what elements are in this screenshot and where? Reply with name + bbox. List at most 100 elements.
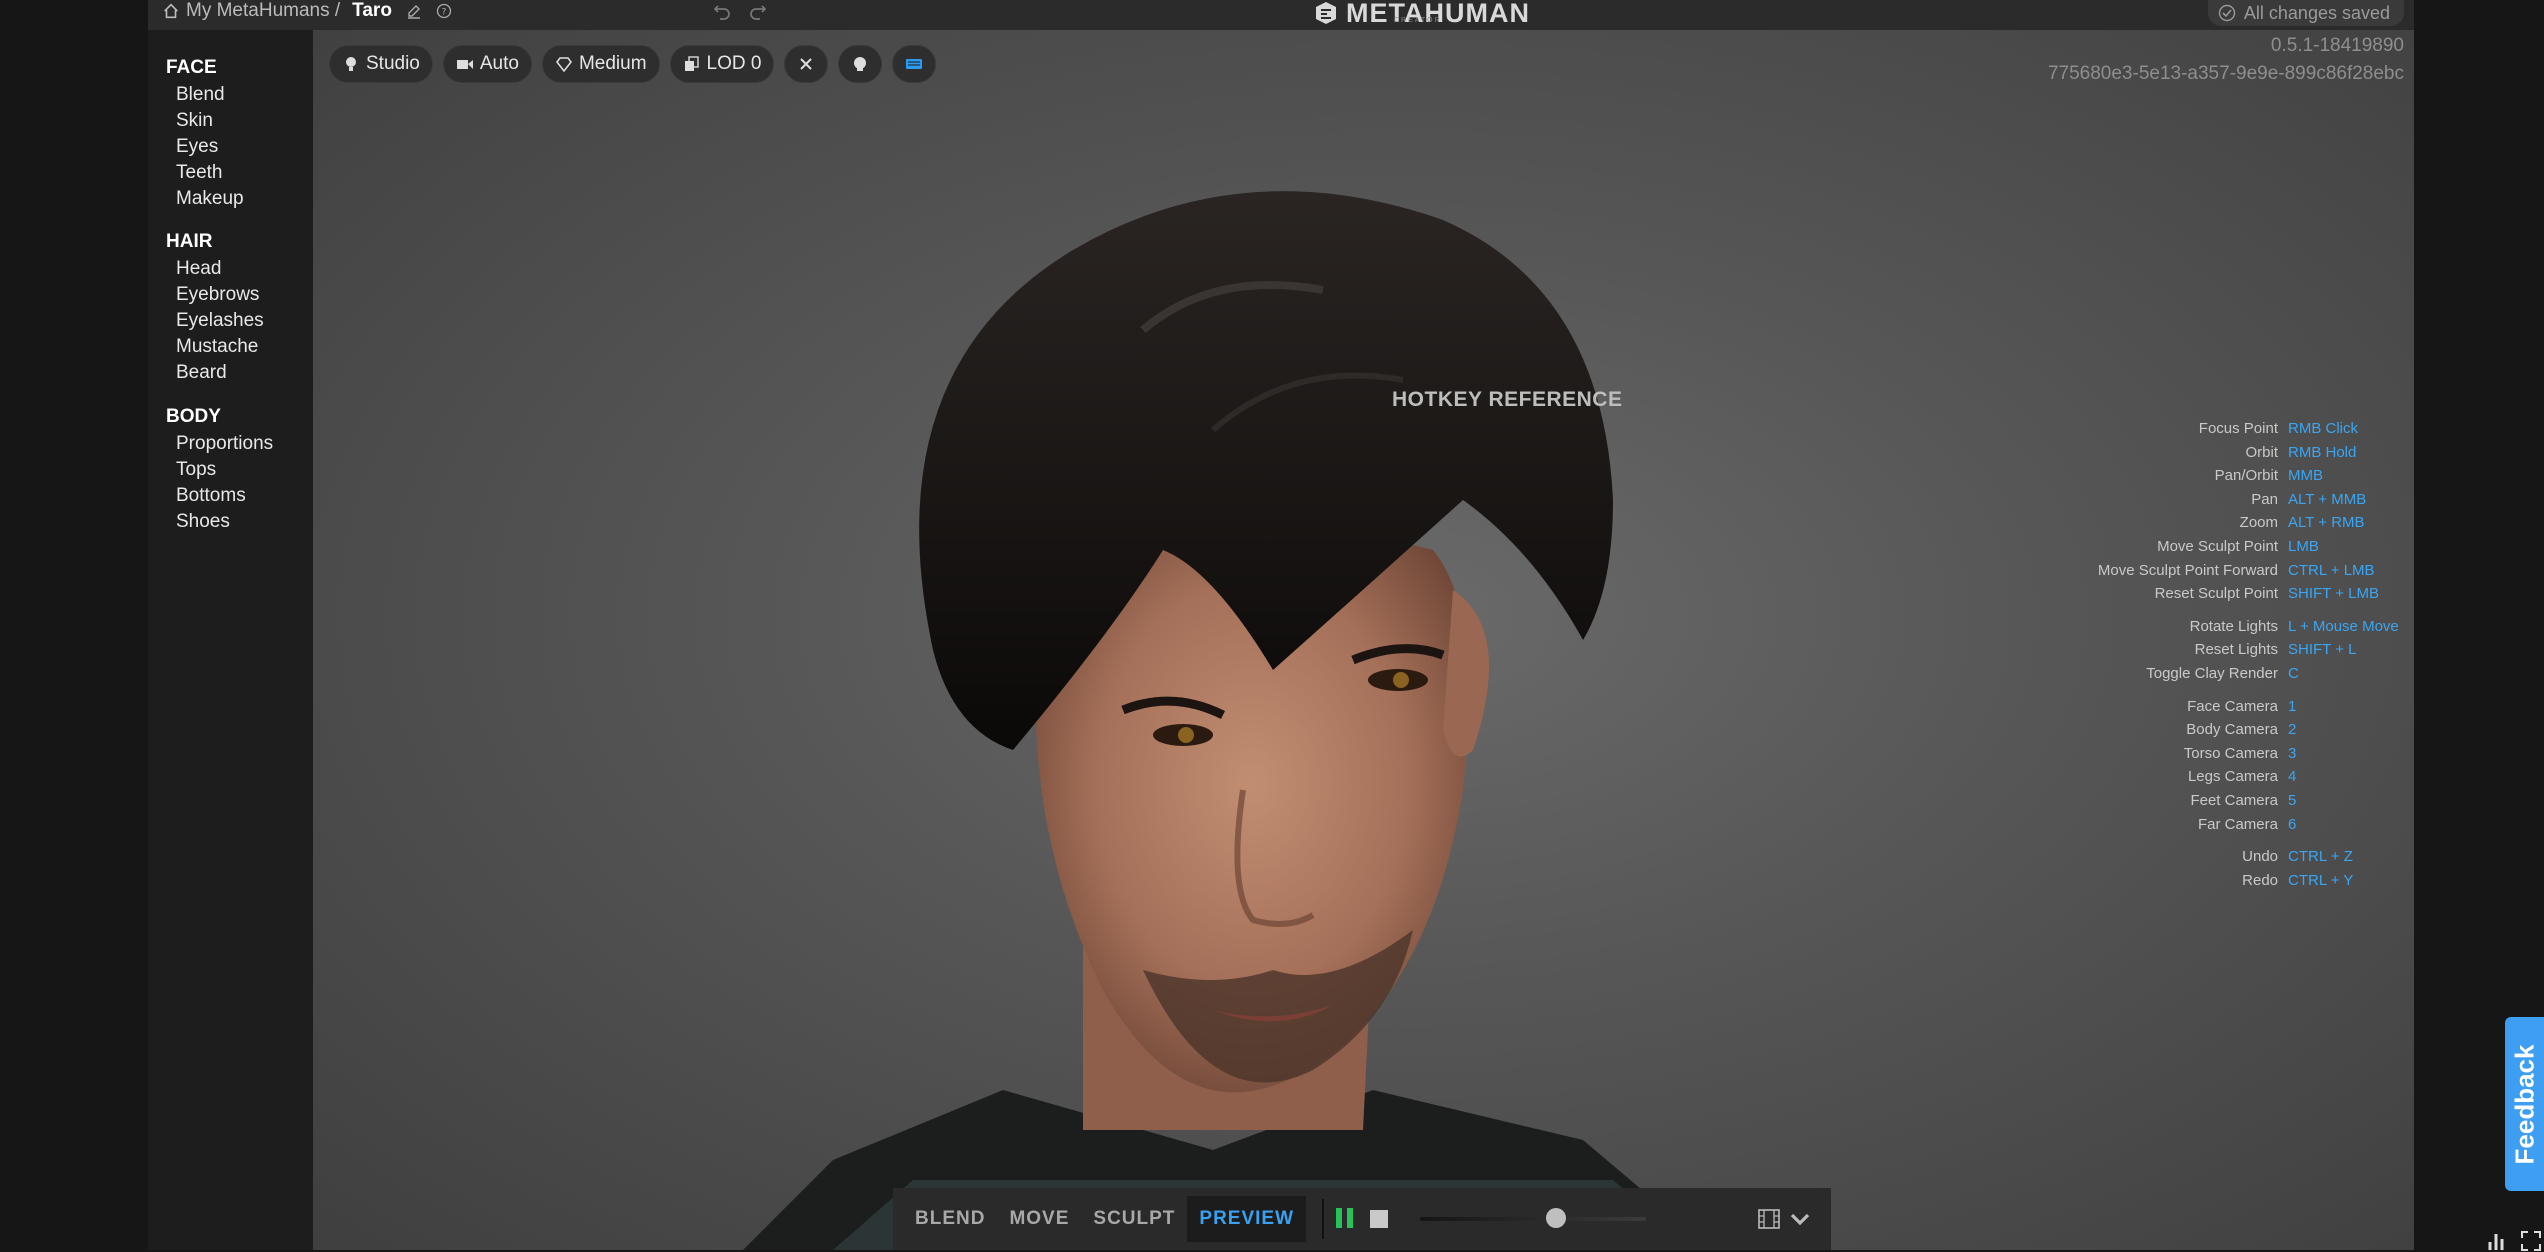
sidebar-item-blend[interactable]: Blend [176,84,225,106]
sidebar-item-teeth[interactable]: Teeth [176,162,222,184]
quality-label: Medium [578,53,647,74]
character-portrait [743,191,1713,1250]
hotkey-action: Body Camera [2186,721,2278,739]
undo-redo [712,0,768,22]
help-icon[interactable]: ? [436,3,452,19]
hotkey-binding: CTRL + Z [2288,848,2353,866]
sidebar-item-head[interactable]: Head [176,258,221,280]
mode-bar: BLEND MOVE SCULPT PREVIEW [893,1188,1831,1250]
mode-preview-button[interactable]: PREVIEW [1187,1196,1307,1242]
hotkey-binding: ALT + RMB [2288,514,2365,532]
keyboard-icon [906,59,923,69]
animation-timeline-slider[interactable] [1420,1208,1647,1228]
logo-subtitle: CREATOR [1394,17,1442,24]
category-sidebar: FACE Blend Skin Eyes Teeth Makeup HAIR H… [148,30,313,1250]
breadcrumb: My MetaHumans / Taro ? [162,0,452,22]
hotkey-reference-title: HOTKEY REFERENCE [1392,388,1623,411]
character-id: 775680e3-5e13-a357-9e9e-899c86f28ebc [2047,63,2404,84]
mode-sculpt-button[interactable]: SCULPT [1081,1196,1187,1242]
hotkey-binding: 5 [2288,792,2297,809]
hotkey-binding: C [2288,665,2299,682]
sidebar-item-eyelashes[interactable]: Eyelashes [176,310,264,332]
sidebar-item-proportions[interactable]: Proportions [176,433,273,455]
clay-render-button[interactable] [838,45,883,83]
hotkey-action: Orbit [2245,443,2278,461]
hotkey-action: Reset Sculpt Point [2154,585,2278,603]
lod-button[interactable]: LOD 0 [669,45,775,83]
hotkey-action: Move Sculpt Point Forward [2097,561,2278,579]
save-status-text: All changes saved [2243,2,2390,23]
diamond-icon [555,57,572,73]
divider [1322,1199,1325,1239]
sidebar-item-mustache[interactable]: Mustache [176,336,258,358]
breadcrumb-current: Taro [352,0,392,21]
mode-move-button[interactable]: MOVE [997,1196,1081,1242]
pause-button[interactable] [1336,1208,1358,1230]
hotkey-binding: 6 [2288,815,2297,833]
hotkey-action: Feet Camera [2190,792,2278,809]
hotkey-binding: MMB [2288,467,2323,485]
save-status: All changes saved [2207,0,2404,26]
fullscreen-icon[interactable] [2520,1230,2542,1252]
quality-button[interactable]: Medium [541,45,660,83]
head-icon [854,57,867,71]
lighting-button[interactable]: Studio [329,45,433,83]
sidebar-item-makeup[interactable]: Makeup [176,188,244,210]
film-icon [1758,1209,1780,1229]
viewport-toolbar: Studio Auto Medium LOD 0 [329,45,937,83]
undo-icon[interactable] [712,1,732,21]
sidebar-item-bottoms[interactable]: Bottoms [176,485,246,507]
lod-label: LOD 0 [706,53,762,74]
timeline-knob[interactable] [1545,1208,1566,1228]
hotkey-binding: ALT + MMB [2288,490,2367,508]
animation-select[interactable] [1757,1207,1813,1231]
breadcrumb-root[interactable]: My MetaHumans / [186,0,340,22]
hotkey-action: Reset Lights [2194,641,2278,659]
hotkey-action: Far Camera [2197,815,2278,833]
camera-label: Auto [479,53,519,74]
hotkey-action: Torso Camera [2183,744,2278,762]
sidebar-item-beard[interactable]: Beard [176,362,227,384]
hotkey-action: Pan [2251,490,2278,508]
sidebar-item-shoes[interactable]: Shoes [176,511,230,533]
chevron-down-icon [1790,1213,1810,1226]
section-body: BODY [166,406,221,427]
hotkey-binding: SHIFT + LMB [2288,585,2379,603]
video-camera-icon [456,60,473,69]
home-icon[interactable] [162,2,180,20]
stats-icon[interactable] [2486,1230,2508,1252]
redo-icon[interactable] [748,1,768,21]
keyboard-hotkeys-button[interactable] [892,45,937,83]
hotkey-binding: 2 [2288,721,2297,739]
camera-button[interactable]: Auto [442,45,532,83]
sidebar-item-skin[interactable]: Skin [176,110,213,132]
hotkey-binding: CTRL + LMB [2288,561,2375,579]
feedback-tab[interactable]: Feedback [2505,1017,2544,1191]
hotkey-action: Undo [2242,848,2278,866]
sidebar-item-eyebrows[interactable]: Eyebrows [176,284,259,306]
corner-controls [2486,1230,2542,1252]
build-number: 0.5.1-18419890 [2270,35,2404,56]
dna-toggle-button[interactable] [784,45,829,83]
hotkey-action: Zoom [2239,514,2278,532]
sidebar-item-eyes[interactable]: Eyes [176,136,218,158]
metahuman-logo: METAHUMAN CREATOR [1314,0,1530,27]
hotkey-binding: LMB [2288,538,2319,555]
3d-viewport[interactable]: Studio Auto Medium LOD 0 0.5.1-18419890 … [313,30,2414,1250]
hotkey-action: Move Sculpt Point [2157,538,2278,555]
hotkey-action: Legs Camera [2187,768,2278,786]
sidebar-item-tops[interactable]: Tops [176,459,216,481]
mode-blend-button[interactable]: BLEND [903,1196,997,1242]
hotkey-binding: RMB Hold [2288,443,2357,461]
hotkey-binding: 4 [2288,768,2297,786]
hotkey-binding: CTRL + Y [2288,871,2354,889]
section-hair: HAIR [166,231,213,252]
stop-button[interactable] [1370,1210,1389,1228]
hotkey-action: Toggle Clay Render [2146,665,2278,682]
logo-icon [1316,2,1336,24]
hotkey-action: Redo [2242,871,2278,889]
section-face: FACE [166,57,217,78]
edit-icon[interactable] [406,3,422,19]
hotkey-binding: SHIFT + L [2288,641,2357,659]
feedback-label: Feedback [2509,1044,2540,1164]
